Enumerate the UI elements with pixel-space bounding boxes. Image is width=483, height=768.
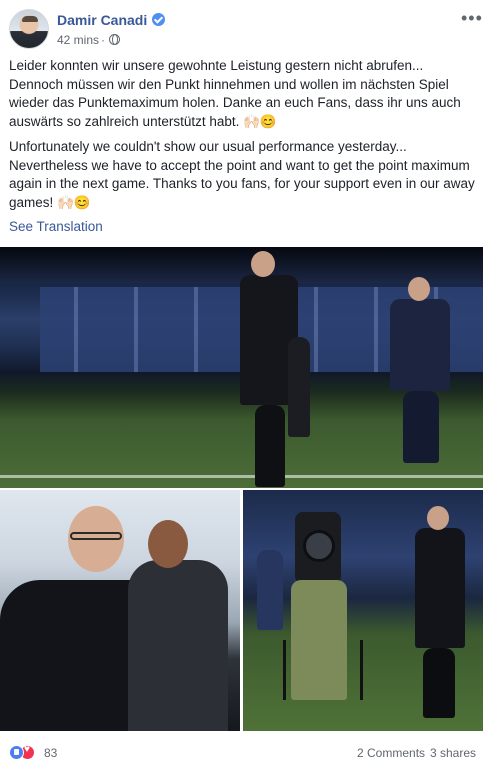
opponent-coach-figure [390, 299, 450, 391]
assistant-face [148, 520, 188, 568]
pitch-line [0, 475, 483, 478]
post-photo-camera[interactable] [243, 490, 483, 731]
post-photo-main[interactable] [0, 247, 483, 488]
comments-count[interactable]: 2 Comments [357, 746, 425, 760]
post-text-english: Unfortunately we couldn't show our usual… [9, 139, 475, 210]
avatar[interactable] [9, 9, 49, 49]
globe-icon[interactable] [109, 34, 120, 45]
background-player [288, 337, 310, 437]
assistant-jacket [128, 560, 228, 731]
coach-head [251, 251, 275, 277]
see-translation-link[interactable]: See Translation [9, 219, 103, 234]
like-reaction-icon[interactable] [9, 745, 24, 760]
coach-sideline-head [427, 506, 449, 530]
camera-lens-icon [303, 530, 335, 562]
glasses [70, 532, 122, 540]
author-name[interactable]: Damir Canadi [57, 12, 147, 28]
coach-sideline-figure [415, 528, 465, 648]
timestamp-separator: · [101, 33, 105, 47]
more-options-icon[interactable]: ••• [461, 9, 483, 27]
coach-sideline-legs [423, 648, 455, 718]
post-header: Damir Canadi 42 mins · ••• [0, 0, 483, 50]
post-photo-bench[interactable] [0, 490, 240, 731]
shares-count[interactable]: 3 shares [430, 746, 476, 760]
opponent-coach-legs [403, 391, 439, 463]
post-text-german: Leider konnten wir unsere gewohnte Leist… [9, 58, 461, 129]
verified-badge-icon [152, 13, 165, 26]
opponent-coach-head [408, 277, 430, 301]
post-footer: 83 2 Comments 3 shares [0, 735, 483, 768]
camera-tripod [283, 640, 363, 700]
reaction-count[interactable]: 83 [44, 746, 57, 760]
post-timestamp[interactable]: 42 mins [57, 33, 99, 47]
background-person [257, 550, 283, 630]
coach-legs [255, 405, 285, 487]
